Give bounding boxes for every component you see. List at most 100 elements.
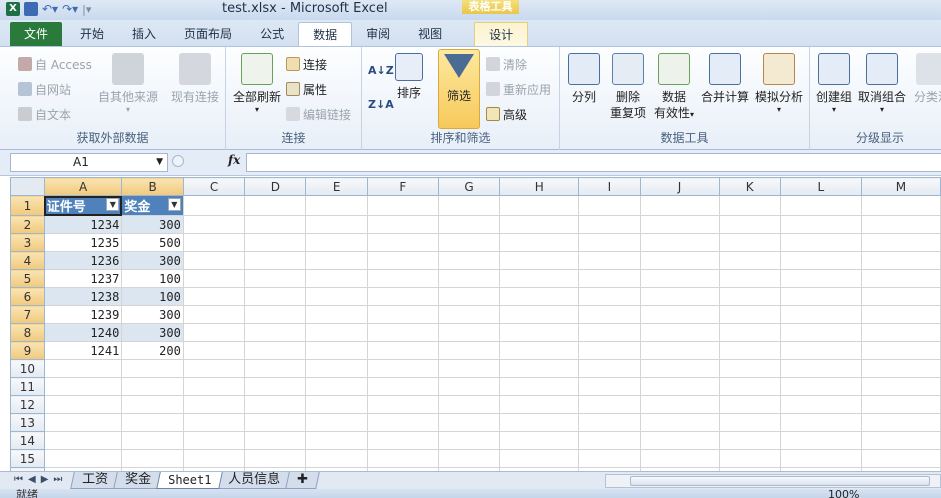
cell[interactable] (305, 431, 368, 450)
tab-formulas[interactable]: 公式 (246, 22, 298, 46)
cell[interactable] (779, 305, 862, 324)
cell[interactable] (860, 287, 941, 306)
cell[interactable] (305, 251, 368, 270)
sort-descending-button[interactable]: Z↓A (368, 95, 394, 113)
advanced-filter-button[interactable]: 高级 (486, 105, 527, 123)
cell[interactable] (718, 233, 781, 252)
cell[interactable] (779, 251, 862, 270)
column-header-L[interactable]: L (779, 177, 862, 196)
cell[interactable]: 1237 (43, 269, 123, 288)
table-header-cell[interactable]: 奖金 ▼ (121, 195, 184, 216)
cell[interactable] (305, 233, 368, 252)
refresh-all-button[interactable]: 全部刷新 ▾ (232, 53, 282, 115)
cell[interactable] (639, 413, 720, 432)
cell[interactable] (639, 269, 720, 288)
clear-filter-button[interactable]: 清除 (486, 55, 527, 73)
data-validation-button[interactable]: 数据 有效性▾ (652, 53, 696, 123)
row-header[interactable]: 6 (10, 287, 45, 306)
column-header-F[interactable]: F (366, 177, 439, 196)
name-box-dropdown-icon[interactable]: ▼ (156, 154, 163, 171)
cell[interactable] (182, 323, 246, 342)
redo-icon[interactable]: ↷▾ (62, 2, 78, 16)
tab-design[interactable]: 设计 (474, 22, 529, 46)
filter-button[interactable]: 筛选 (438, 49, 480, 129)
row-header[interactable]: 12 (10, 395, 45, 414)
consolidate-button[interactable]: 合并计算 (700, 53, 750, 105)
cell[interactable] (366, 377, 439, 396)
column-header-H[interactable]: H (499, 177, 580, 196)
from-other-sources-button[interactable]: 自其他来源 ▾ (98, 53, 158, 115)
row-header[interactable]: 9 (10, 341, 45, 360)
tab-file[interactable]: 文件 (10, 22, 63, 46)
from-text-button[interactable]: 自文本 (18, 105, 71, 123)
ungroup-button[interactable]: 取消组合 ▾ (856, 53, 908, 115)
cell[interactable] (182, 413, 246, 432)
cell[interactable] (718, 341, 781, 360)
cell[interactable] (366, 413, 439, 432)
cell[interactable] (244, 305, 307, 324)
sheet-tab-bonus[interactable]: 奖金 (113, 472, 163, 489)
cell[interactable] (305, 305, 368, 324)
cell[interactable] (578, 431, 641, 450)
cell[interactable] (578, 233, 641, 252)
cell[interactable] (499, 359, 580, 378)
column-header-C[interactable]: C (182, 177, 246, 196)
cell[interactable] (437, 287, 501, 306)
cell[interactable] (182, 377, 246, 396)
cell[interactable] (366, 269, 439, 288)
cell[interactable] (182, 233, 246, 252)
cell[interactable] (499, 251, 580, 270)
tab-data[interactable]: 数据 (298, 22, 353, 46)
cell[interactable] (639, 287, 720, 306)
cell[interactable] (578, 287, 641, 306)
select-all-corner[interactable] (10, 177, 45, 196)
column-header-K[interactable]: K (718, 177, 781, 196)
subtotal-button[interactable]: 分类汇 (910, 53, 941, 105)
cell[interactable] (779, 269, 862, 288)
cell[interactable] (578, 215, 641, 234)
zoom-level[interactable]: 100% (828, 489, 859, 498)
row-header[interactable]: 4 (10, 251, 45, 270)
cell[interactable] (718, 287, 781, 306)
cell[interactable] (639, 215, 720, 234)
cell[interactable] (860, 377, 941, 396)
undo-icon[interactable]: ↶▾ (42, 2, 58, 16)
filter-dropdown-icon[interactable]: ▼ (106, 198, 120, 211)
cell[interactable] (244, 215, 307, 234)
cell[interactable] (366, 395, 439, 414)
cell[interactable] (779, 233, 862, 252)
row-header[interactable]: 15 (10, 449, 45, 468)
cell[interactable] (639, 431, 720, 450)
cell[interactable] (779, 377, 862, 396)
cell[interactable] (437, 305, 501, 324)
cell[interactable] (366, 305, 439, 324)
cell[interactable] (305, 341, 368, 360)
cell[interactable] (860, 431, 941, 450)
tab-insert[interactable]: 插入 (118, 22, 170, 46)
what-if-analysis-button[interactable]: 模拟分析 ▾ (754, 53, 804, 115)
column-header-B[interactable]: B (121, 177, 184, 196)
cell[interactable] (639, 305, 720, 324)
cell[interactable] (437, 377, 501, 396)
cell[interactable] (182, 449, 246, 468)
cell[interactable] (860, 233, 941, 252)
cell[interactable] (779, 449, 862, 468)
cell[interactable] (639, 251, 720, 270)
cell[interactable] (718, 395, 781, 414)
row-header[interactable]: 7 (10, 305, 45, 324)
cell[interactable] (499, 377, 580, 396)
cell[interactable] (366, 195, 439, 216)
cell[interactable] (121, 449, 184, 468)
cell[interactable] (718, 215, 781, 234)
cell[interactable] (366, 287, 439, 306)
column-header-M[interactable]: M (860, 177, 941, 196)
cell[interactable] (244, 251, 307, 270)
cell[interactable] (366, 431, 439, 450)
properties-button[interactable]: 属性 (286, 80, 327, 98)
cell[interactable] (860, 323, 941, 342)
cell[interactable] (779, 413, 862, 432)
cell[interactable] (639, 449, 720, 468)
cell[interactable] (578, 449, 641, 468)
filter-dropdown-icon[interactable]: ▼ (167, 198, 181, 211)
cell[interactable] (305, 413, 368, 432)
